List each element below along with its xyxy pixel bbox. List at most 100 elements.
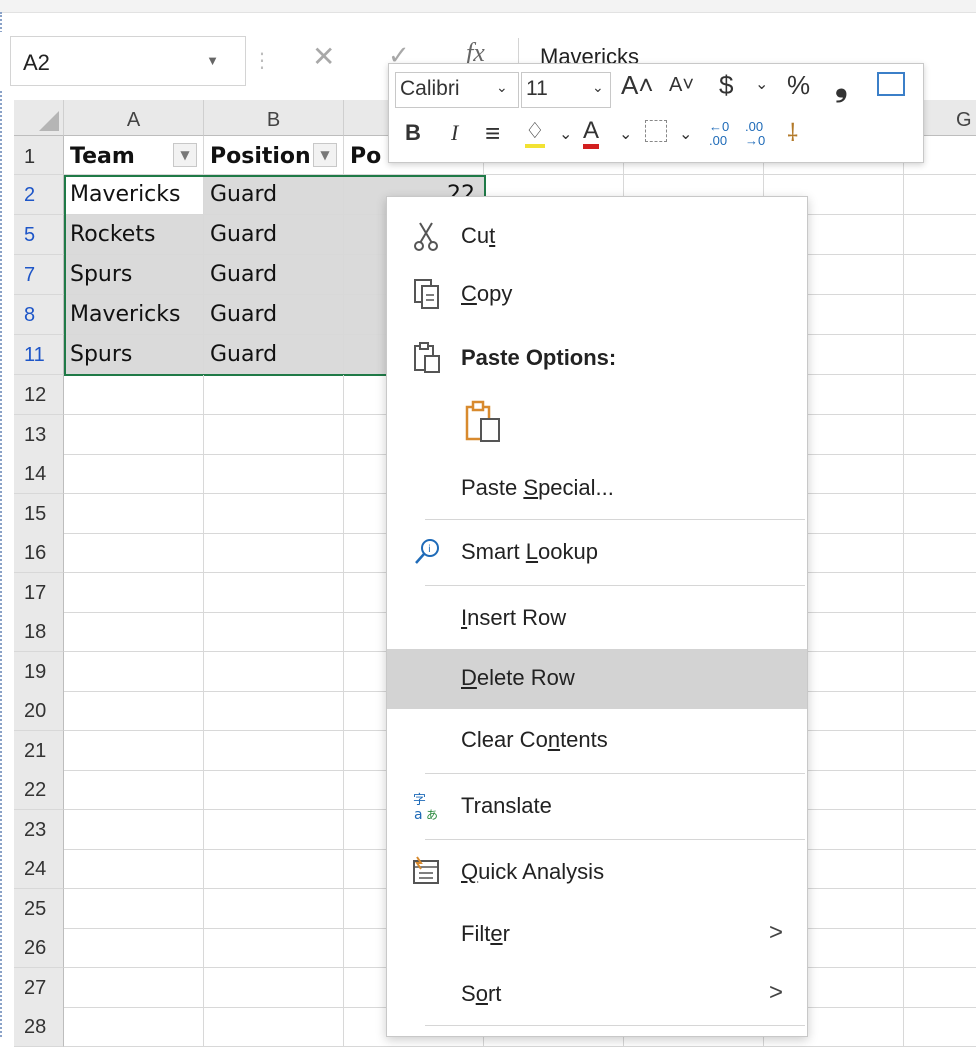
cell-team[interactable]: Spurs: [64, 255, 204, 295]
format-painter-icon[interactable]: ⸸: [787, 116, 798, 149]
row-header[interactable]: 17: [14, 572, 64, 613]
row-header[interactable]: 28: [14, 1007, 64, 1047]
cancel-icon[interactable]: ✕: [312, 40, 335, 73]
italic-icon[interactable]: I: [451, 120, 458, 146]
cell[interactable]: [904, 731, 976, 771]
cell-team[interactable]: Mavericks: [64, 175, 204, 215]
cell[interactable]: [64, 414, 204, 455]
row-header[interactable]: 15: [14, 493, 64, 534]
cell[interactable]: [204, 730, 344, 771]
cell[interactable]: [64, 572, 204, 613]
decrease-decimal-icon[interactable]: .00 →0: [745, 120, 765, 148]
cell[interactable]: [204, 849, 344, 889]
cell[interactable]: [904, 889, 976, 929]
chevron-down-icon[interactable]: ⌄: [755, 74, 768, 94]
cell[interactable]: [204, 888, 344, 929]
cell[interactable]: [904, 295, 976, 335]
align-center-icon[interactable]: ≡: [485, 118, 500, 149]
menu-item-copy[interactable]: Copy: [387, 265, 807, 325]
row-header[interactable]: 25: [14, 888, 64, 929]
cell[interactable]: [204, 414, 344, 455]
row-header[interactable]: 27: [14, 967, 64, 1008]
cell[interactable]: [64, 533, 204, 573]
cell[interactable]: [904, 215, 976, 255]
menu-item-filter[interactable]: Filter >: [387, 905, 807, 965]
cell[interactable]: [204, 493, 344, 534]
cell[interactable]: [64, 651, 204, 692]
cell[interactable]: [904, 612, 976, 652]
cell-team[interactable]: Spurs: [64, 335, 204, 375]
cell[interactable]: [904, 175, 976, 215]
cell[interactable]: [904, 1007, 976, 1047]
cell[interactable]: [64, 1007, 204, 1047]
row-header[interactable]: 8: [14, 295, 64, 335]
cell[interactable]: [204, 691, 344, 731]
wrap-text-icon[interactable]: [877, 72, 905, 96]
cell[interactable]: [904, 494, 976, 534]
borders-icon[interactable]: [645, 120, 667, 142]
row-header[interactable]: 26: [14, 928, 64, 968]
decrease-font-icon[interactable]: A˅: [669, 74, 694, 97]
row-header[interactable]: 11: [14, 335, 64, 375]
cell[interactable]: [904, 375, 976, 415]
cell[interactable]: [904, 928, 976, 968]
cell[interactable]: [904, 454, 976, 494]
cell[interactable]: [904, 770, 976, 810]
cell[interactable]: [204, 612, 344, 652]
row-header[interactable]: 24: [14, 849, 64, 889]
comma-style-icon[interactable]: ❟: [835, 66, 848, 104]
cell[interactable]: [204, 533, 344, 573]
cell[interactable]: [904, 415, 976, 455]
cell[interactable]: [64, 691, 204, 731]
row-header[interactable]: 12: [14, 375, 64, 415]
cell-position[interactable]: Guard: [204, 215, 344, 255]
header-cell-team[interactable]: Team ▼: [64, 136, 204, 175]
cell[interactable]: [64, 928, 204, 968]
cell[interactable]: [204, 928, 344, 968]
cell[interactable]: [64, 770, 204, 810]
cell[interactable]: [904, 810, 976, 850]
menu-item-cut[interactable]: Cut: [387, 207, 807, 267]
cell[interactable]: [904, 691, 976, 731]
fill-color-icon[interactable]: ♢: [525, 118, 545, 148]
row-header[interactable]: 16: [14, 533, 64, 573]
cell-position[interactable]: Guard: [204, 295, 344, 335]
row-header[interactable]: 22: [14, 770, 64, 810]
row-header[interactable]: 23: [14, 809, 64, 850]
font-color-icon[interactable]: A: [583, 118, 600, 149]
cell[interactable]: [904, 849, 976, 889]
increase-font-icon[interactable]: A˄: [621, 70, 654, 101]
cell[interactable]: [204, 454, 344, 494]
cell[interactable]: [64, 493, 204, 534]
chevron-down-icon[interactable]: ⌄: [559, 124, 572, 144]
cell[interactable]: [904, 968, 976, 1008]
menu-item-sort[interactable]: Sort >: [387, 965, 807, 1025]
column-header-b[interactable]: B: [204, 100, 344, 136]
cell[interactable]: [204, 809, 344, 850]
increase-decimal-icon[interactable]: ←0.00: [709, 120, 729, 148]
cell[interactable]: [64, 888, 204, 929]
row-header[interactable]: 1: [14, 136, 64, 175]
cell[interactable]: [64, 454, 204, 494]
cell[interactable]: [904, 652, 976, 692]
cell[interactable]: [64, 967, 204, 1008]
paste-button[interactable]: [387, 393, 807, 455]
row-header[interactable]: 21: [14, 730, 64, 771]
cell[interactable]: [64, 849, 204, 889]
row-header[interactable]: 20: [14, 691, 64, 731]
chevron-down-icon[interactable]: ⌄: [619, 124, 632, 144]
cell[interactable]: [204, 1007, 344, 1047]
font-name-dropdown[interactable]: Calibri ⌄: [395, 72, 519, 108]
row-header[interactable]: 18: [14, 612, 64, 652]
row-header[interactable]: 7: [14, 255, 64, 295]
cell-position[interactable]: Guard: [204, 175, 344, 215]
row-header[interactable]: 13: [14, 414, 64, 455]
cell[interactable]: [64, 375, 204, 415]
cell[interactable]: [204, 375, 344, 415]
filter-dropdown-icon[interactable]: ▼: [173, 143, 197, 167]
row-header[interactable]: 5: [14, 215, 64, 255]
cell[interactable]: [64, 612, 204, 652]
cell-team[interactable]: Mavericks: [64, 295, 204, 335]
chevron-down-icon[interactable]: ▼: [206, 53, 219, 68]
menu-item-clear-contents[interactable]: Clear Contents: [387, 711, 807, 771]
